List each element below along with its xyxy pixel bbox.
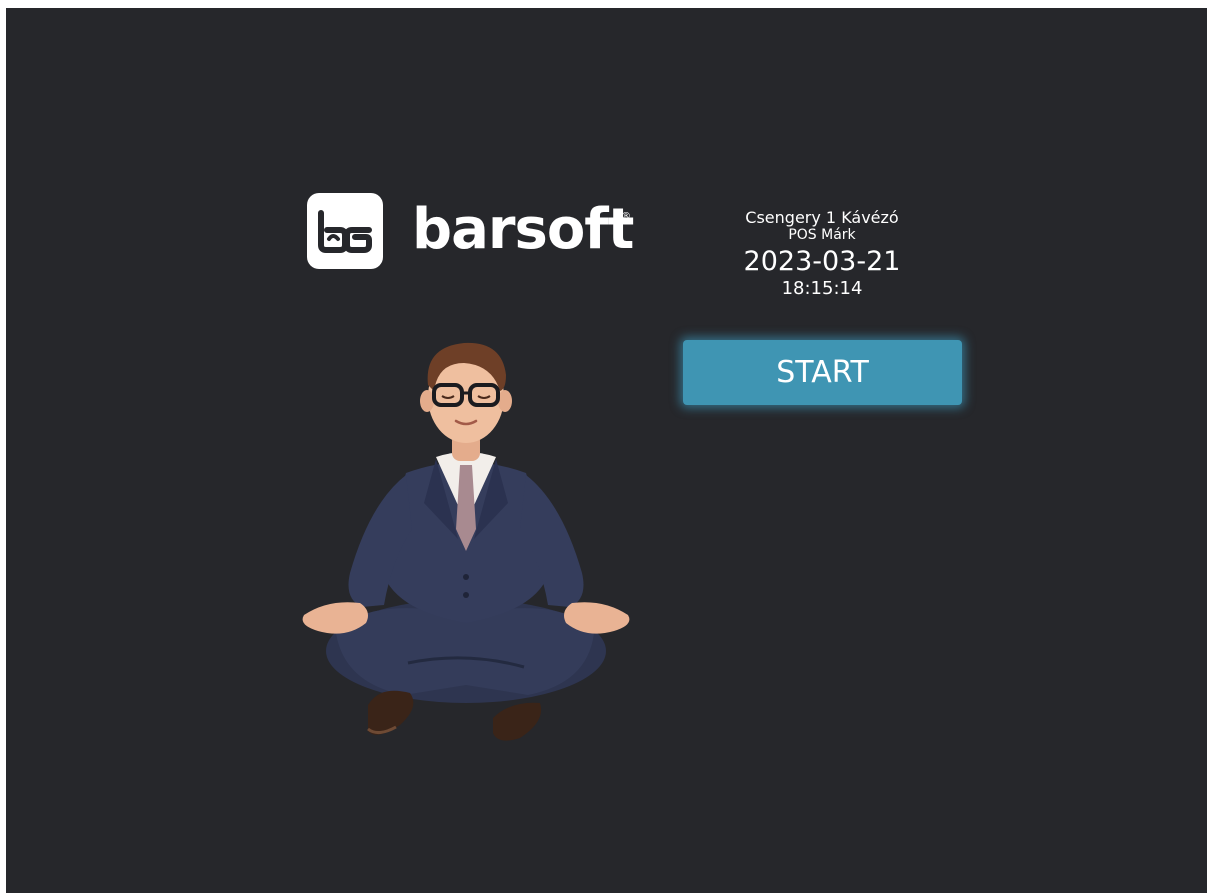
pos-name: POS Márk [788,227,856,243]
meditating-businessman-illustration [288,333,638,758]
current-time: 18:15:14 [781,278,863,299]
barsoft-logo-icon [307,193,383,269]
start-button[interactable]: START [683,340,962,405]
session-info: Csengery 1 Kávézó POS Márk 2023-03-21 18… [682,208,962,300]
brand-name: barsoft [412,196,634,262]
registered-mark: ® [621,211,631,222]
login-screen: barsoft ® Csengery 1 Kávézó POS Márk 202… [6,8,1207,893]
current-date: 2023-03-21 [743,246,901,277]
venue-name: Csengery 1 Kávézó [745,208,899,227]
